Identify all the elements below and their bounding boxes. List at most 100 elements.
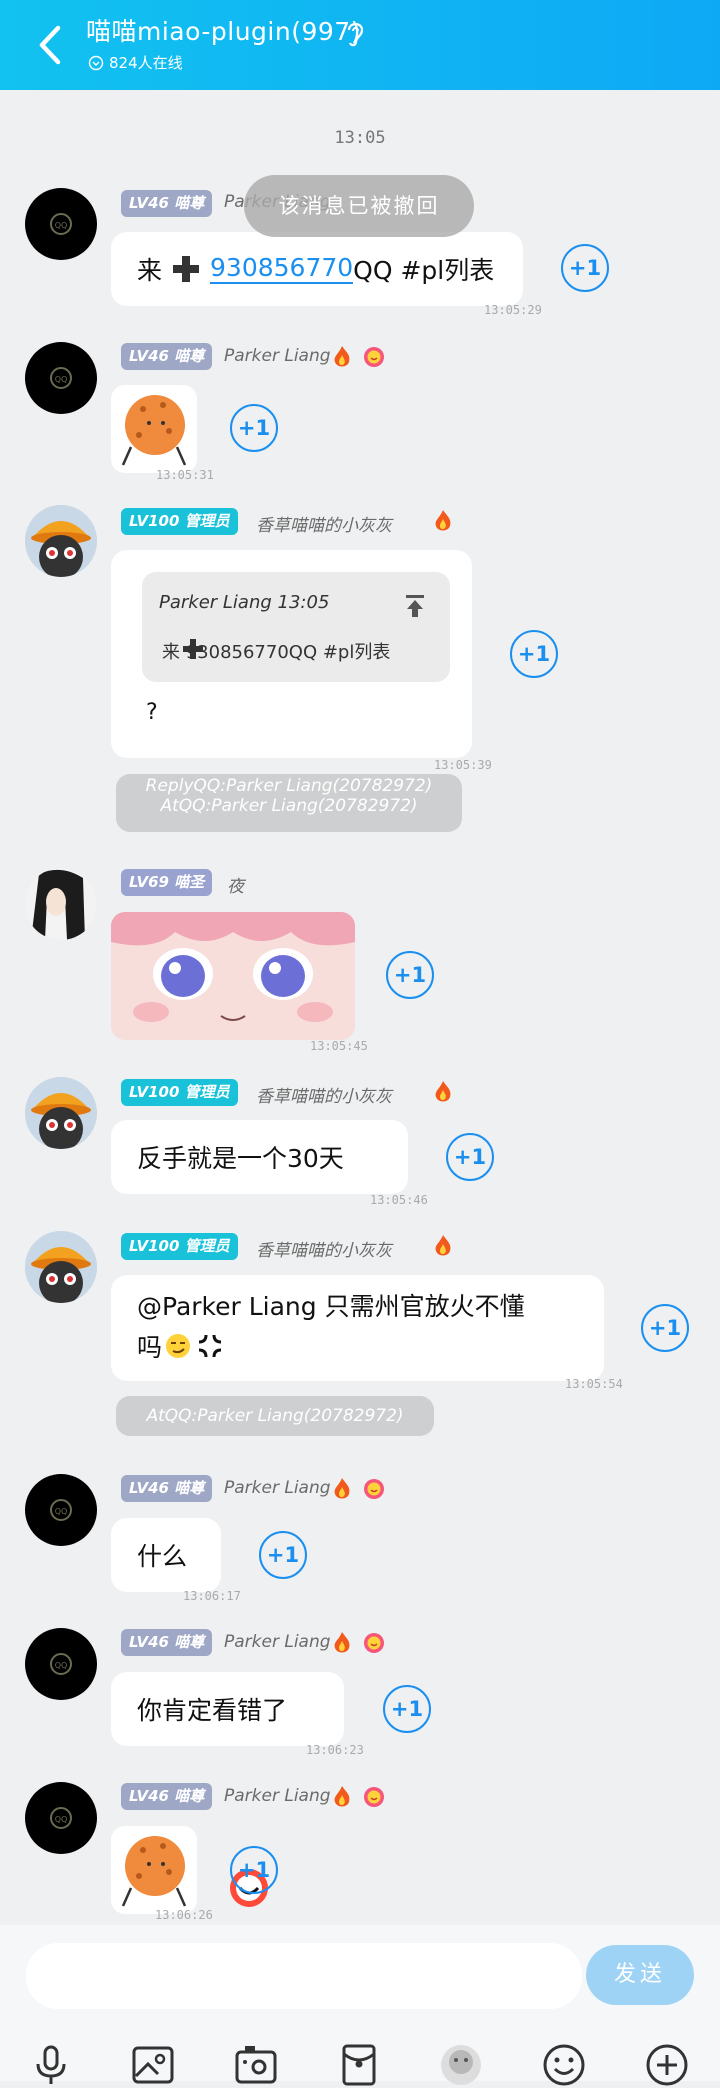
scroll-to-top-icon[interactable] xyxy=(404,594,426,618)
camera-icon[interactable] xyxy=(233,2042,279,2088)
emoji-icon[interactable] xyxy=(541,2042,587,2088)
message-time: 13:06:23 xyxy=(306,1743,364,1757)
message-input[interactable] xyxy=(26,1943,582,2009)
level-badge: LV46 喵尊 xyxy=(121,1783,213,1810)
qq-logo-icon: QQ xyxy=(50,1499,72,1521)
fire-icon xyxy=(334,1786,350,1807)
reply-info-notice: ReplyQQ:Parker Liang(20782972) AtQQ:Park… xyxy=(116,774,462,832)
qq-number-link[interactable]: 930856770 xyxy=(210,254,354,284)
message-suffix: QQ #pl列表 xyxy=(353,256,495,285)
smile-badge-icon xyxy=(364,1479,384,1499)
send-button[interactable]: 发送 xyxy=(586,1945,694,2005)
plus-one-button[interactable]: +1 xyxy=(641,1304,689,1352)
chevron-circle-icon xyxy=(88,55,104,70)
message-bubble[interactable]: 反手就是一个30天 xyxy=(111,1120,408,1194)
back-arrow-icon[interactable] xyxy=(30,22,70,68)
plus-emoji-icon xyxy=(183,639,203,659)
avatar[interactable] xyxy=(25,868,97,940)
sender-name[interactable]: Parker Liang xyxy=(224,346,331,366)
svg-text:QQ: QQ xyxy=(55,1507,68,1516)
composer-bar: 发送 xyxy=(0,1925,720,2086)
message-text: 什么 xyxy=(137,1542,188,1571)
plus-icon[interactable] xyxy=(644,2042,690,2088)
message-time: 13:05:39 xyxy=(434,758,492,772)
avatar[interactable]: QQ xyxy=(25,342,97,414)
smile-badge-icon xyxy=(364,1633,384,1653)
smile-badge-icon xyxy=(364,1787,384,1807)
avatar[interactable]: QQ xyxy=(25,188,97,260)
fire-icon xyxy=(435,510,451,531)
ear-icon[interactable] xyxy=(344,18,366,48)
plus-one-button[interactable]: +1 xyxy=(259,1531,307,1579)
message-time: 13:05:46 xyxy=(370,1193,428,1207)
cat-avatar-icon xyxy=(25,1077,97,1149)
smirk-emoji-icon xyxy=(166,1334,191,1358)
anime-avatar-icon xyxy=(25,868,97,940)
message-bubble[interactable]: 来 930856770 QQ #pl列表 xyxy=(111,232,523,306)
message-time: 13:05:54 xyxy=(565,1377,623,1391)
qq-logo-icon: QQ xyxy=(50,213,72,235)
at-info-notice: AtQQ:Parker Liang(20782972) xyxy=(116,1396,434,1436)
level-badge: LV46 喵尊 xyxy=(121,1629,213,1656)
at-info: AtQQ:Parker Liang(20782972) xyxy=(160,796,418,816)
sender-name[interactable]: Parker Liang xyxy=(224,1478,331,1498)
avatar-icon[interactable] xyxy=(438,2042,484,2088)
avatar[interactable] xyxy=(25,1077,97,1149)
sender-name[interactable]: Parker Liang xyxy=(224,1632,331,1652)
sticker-image[interactable] xyxy=(111,1826,197,1914)
microphone-icon[interactable] xyxy=(28,2042,74,2088)
plus-one-button[interactable]: +1 xyxy=(383,1685,431,1733)
message-bubble[interactable]: 什么 xyxy=(111,1518,221,1592)
level-badge: LV69 喵圣 xyxy=(121,869,213,896)
fire-icon xyxy=(334,346,350,367)
admin-badge: LV100 管理员 xyxy=(121,1233,238,1260)
anger-symbol-icon xyxy=(198,1334,222,1358)
message-text-line: 吗 xyxy=(137,1328,225,1364)
sender-name[interactable]: 香草喵喵的小灰灰 xyxy=(256,1082,392,1107)
plus-one-button[interactable]: +1 xyxy=(561,244,609,292)
avatar[interactable]: QQ xyxy=(25,1628,97,1700)
sender-name[interactable]: 香草喵喵的小灰灰 xyxy=(256,1236,392,1261)
message-time: 13:05:31 xyxy=(156,468,214,482)
sender-name[interactable]: 香草喵喵的小灰灰 xyxy=(256,511,392,536)
svg-text:QQ: QQ xyxy=(55,1815,68,1824)
plus-one-button[interactable]: +1 xyxy=(230,1846,278,1894)
message-text-end: 吗 xyxy=(137,1333,163,1362)
group-title[interactable]: 喵喵miao-plugin(997) xyxy=(86,12,361,48)
at-info: AtQQ:Parker Liang(20782972) xyxy=(146,1406,404,1426)
svg-text:QQ: QQ xyxy=(55,375,68,384)
avatar[interactable]: QQ xyxy=(25,1782,97,1854)
cat-avatar-icon xyxy=(25,1231,97,1303)
svg-text:QQ: QQ xyxy=(55,221,68,230)
message-text: 你肯定看错了 xyxy=(137,1696,288,1725)
qq-logo-icon: QQ xyxy=(50,1807,72,1829)
admin-badge: LV100 管理员 xyxy=(121,1079,238,1106)
sticker-image[interactable] xyxy=(111,912,355,1040)
sender-name[interactable]: Parker Liang xyxy=(224,1786,331,1806)
plus-one-button[interactable]: +1 xyxy=(230,404,278,452)
message-prefix: 来 xyxy=(137,256,163,285)
image-icon[interactable] xyxy=(130,2042,176,2088)
sticker-image[interactable] xyxy=(111,385,197,473)
plus-one-button[interactable]: +1 xyxy=(386,951,434,999)
plus-one-button[interactable]: +1 xyxy=(510,630,558,678)
online-status[interactable]: 824人在线 xyxy=(88,52,183,73)
avatar[interactable] xyxy=(25,1231,97,1303)
cookie-face-sticker xyxy=(121,1836,187,1907)
message-bubble[interactable]: @Parker Liang 只需州官放火不懂 吗 xyxy=(111,1275,604,1381)
red-packet-icon[interactable] xyxy=(336,2042,382,2088)
level-badge: LV46 喵尊 xyxy=(121,343,213,370)
message-text: ? xyxy=(146,700,158,725)
sender-name[interactable]: 夜 xyxy=(227,872,244,897)
fire-icon xyxy=(334,1478,350,1499)
quoted-message[interactable]: Parker Liang 13:05 来 930856770QQ #pl列表 xyxy=(142,572,450,682)
message-bubble[interactable]: 你肯定看错了 xyxy=(111,1672,344,1746)
admin-badge: LV100 管理员 xyxy=(121,508,238,535)
plus-one-button[interactable]: +1 xyxy=(446,1133,494,1181)
avatar[interactable]: QQ xyxy=(25,1474,97,1546)
plus-emoji-icon xyxy=(173,256,200,282)
time-separator: 13:05 xyxy=(334,128,386,148)
avatar[interactable] xyxy=(25,505,97,577)
level-badge: LV46 喵尊 xyxy=(121,1475,213,1502)
cat-avatar-icon xyxy=(25,505,97,577)
